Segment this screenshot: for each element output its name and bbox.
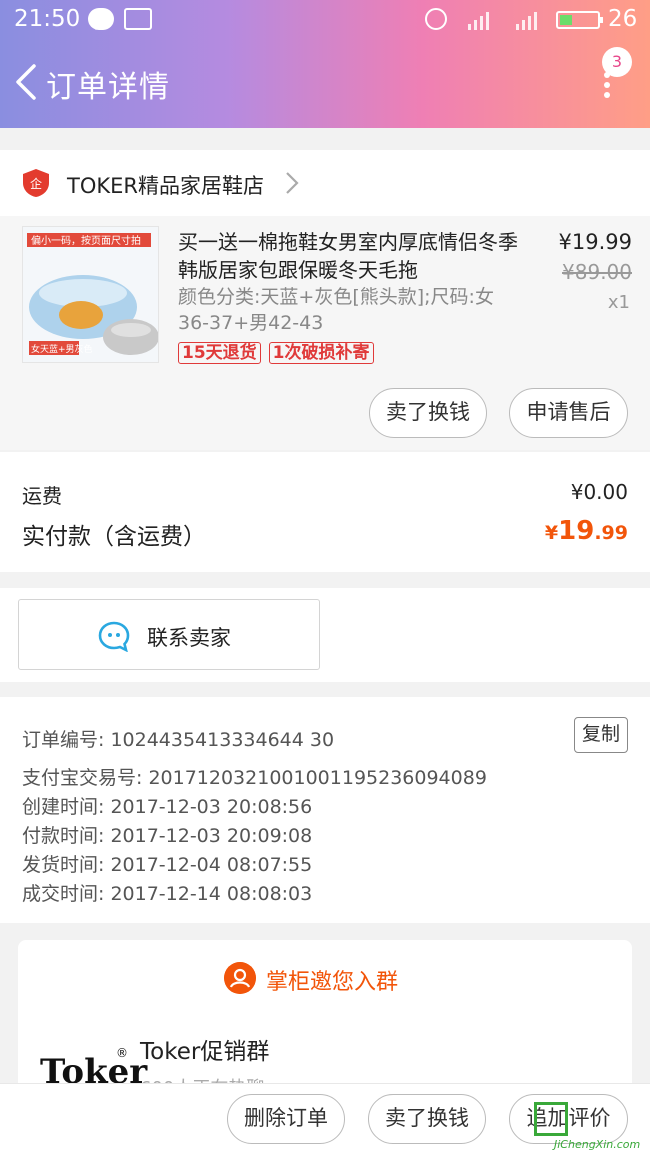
svg-text:偏小一码，按页面尺寸拍: 偏小一码，按页面尺寸拍 xyxy=(31,234,141,247)
group-invite-title: 掌柜邀您入群 xyxy=(266,970,399,995)
shipped-time: 发货时间: 2017-12-04 08:07:55 xyxy=(22,854,313,876)
alipay-trade-number: 支付宝交易号: 2017120321001001195236094089 xyxy=(22,767,487,789)
delete-order-button[interactable]: 删除订单 xyxy=(227,1094,345,1144)
group-name: Toker促销群 xyxy=(140,1039,270,1065)
group-chat-icon xyxy=(224,962,256,994)
product-price: ¥19.99 xyxy=(558,230,632,254)
original-price: ¥89.00 xyxy=(562,260,632,284)
site-watermark: JiChengXin.com xyxy=(534,1100,650,1155)
product-image[interactable]: 偏小一码，按页面尺寸拍 女天蓝+男灰色 xyxy=(22,226,159,363)
paid-label: 实付款（含运费） xyxy=(22,524,206,550)
watermark-logo-icon xyxy=(534,1102,568,1136)
group-logo-registered: ® xyxy=(116,1046,128,1060)
signal-2-icon xyxy=(516,10,537,30)
completed-time: 成交时间: 2017-12-14 08:08:03 xyxy=(22,883,313,905)
header-bar: 订单详情 xyxy=(0,40,650,128)
contact-seller-label: 联系卖家 xyxy=(147,626,231,650)
svg-text:企: 企 xyxy=(30,176,42,191)
product-title[interactable]: 买一送一棉拖鞋女男室内厚底情侣冬季韩版居家包跟保暖冬天毛拖 xyxy=(178,228,518,284)
enterprise-shop-icon: 企 xyxy=(23,169,49,197)
watermark-url: JiChengXin.com xyxy=(554,1138,641,1151)
sell-for-cash-button[interactable]: 卖了换钱 xyxy=(369,388,487,438)
more-dot-icon xyxy=(604,82,610,88)
shipping-value: ¥0.00 xyxy=(570,480,628,504)
service-tag: 15天退货 xyxy=(178,342,261,364)
shop-name[interactable]: TOKER精品家居鞋店 xyxy=(67,170,264,200)
contact-section: 联系卖家 xyxy=(0,588,650,682)
image-notification-icon xyxy=(124,8,152,30)
back-arrow-icon[interactable] xyxy=(12,62,42,102)
paid-currency: ¥ xyxy=(544,522,559,544)
payment-summary: 运费 ¥0.00 实付款（含运费） ¥19.99 xyxy=(0,452,650,572)
product-sku: 颜色分类:天蓝+灰色[熊头款];尺码:女36-37+男42-43 xyxy=(178,286,494,334)
contact-seller-button[interactable]: 联系卖家 xyxy=(18,599,320,670)
chat-notification-icon xyxy=(88,8,114,30)
slipper-product-image: 偏小一码，按页面尺寸拍 女天蓝+男灰色 xyxy=(23,227,158,362)
copy-button[interactable]: 复制 xyxy=(574,717,628,753)
signal-icon xyxy=(468,10,489,30)
top-gradient: 21:50 26 订单详情 xyxy=(0,0,650,128)
paid-decimal: .99 xyxy=(594,522,628,544)
paid-integer: 19 xyxy=(558,516,595,546)
service-tags: 15天退货 1次破损补寄 xyxy=(178,342,374,364)
page-title: 订单详情 xyxy=(46,70,170,105)
alarm-icon xyxy=(425,8,447,30)
message-badge: 3 xyxy=(602,47,632,77)
chat-bubble-icon xyxy=(98,621,130,652)
paid-amount: ¥19.99 xyxy=(545,516,628,546)
order-item[interactable]: 偏小一码，按页面尺寸拍 女天蓝+男灰色 买一送一棉拖鞋女男室内厚底情侣冬季韩版居… xyxy=(0,216,650,450)
apply-after-sales-button[interactable]: 申请售后 xyxy=(509,388,628,438)
product-quantity: x1 xyxy=(607,292,630,313)
battery-level: 26 xyxy=(608,6,638,32)
more-dot-icon xyxy=(604,92,610,98)
paid-time: 付款时间: 2017-12-03 20:09:08 xyxy=(22,825,313,847)
shipping-label: 运费 xyxy=(22,484,62,508)
battery-icon xyxy=(556,11,603,29)
order-number: 订单编号: 1024435413334644 30 xyxy=(22,729,335,751)
service-tag: 1次破损补寄 xyxy=(268,342,374,364)
status-bar: 21:50 26 xyxy=(0,0,650,40)
status-time: 21:50 xyxy=(14,6,81,32)
created-time: 创建时间: 2017-12-03 20:08:56 xyxy=(22,796,313,818)
chevron-right-icon xyxy=(286,172,299,194)
order-info: 订单编号: 1024435413334644 30 复制 支付宝交易号: 201… xyxy=(0,697,650,923)
shop-row[interactable]: 企 TOKER精品家居鞋店 xyxy=(0,150,650,216)
sell-for-cash-bottom-button[interactable]: 卖了换钱 xyxy=(368,1094,486,1144)
svg-text:女天蓝+男灰色: 女天蓝+男灰色 xyxy=(31,343,93,355)
